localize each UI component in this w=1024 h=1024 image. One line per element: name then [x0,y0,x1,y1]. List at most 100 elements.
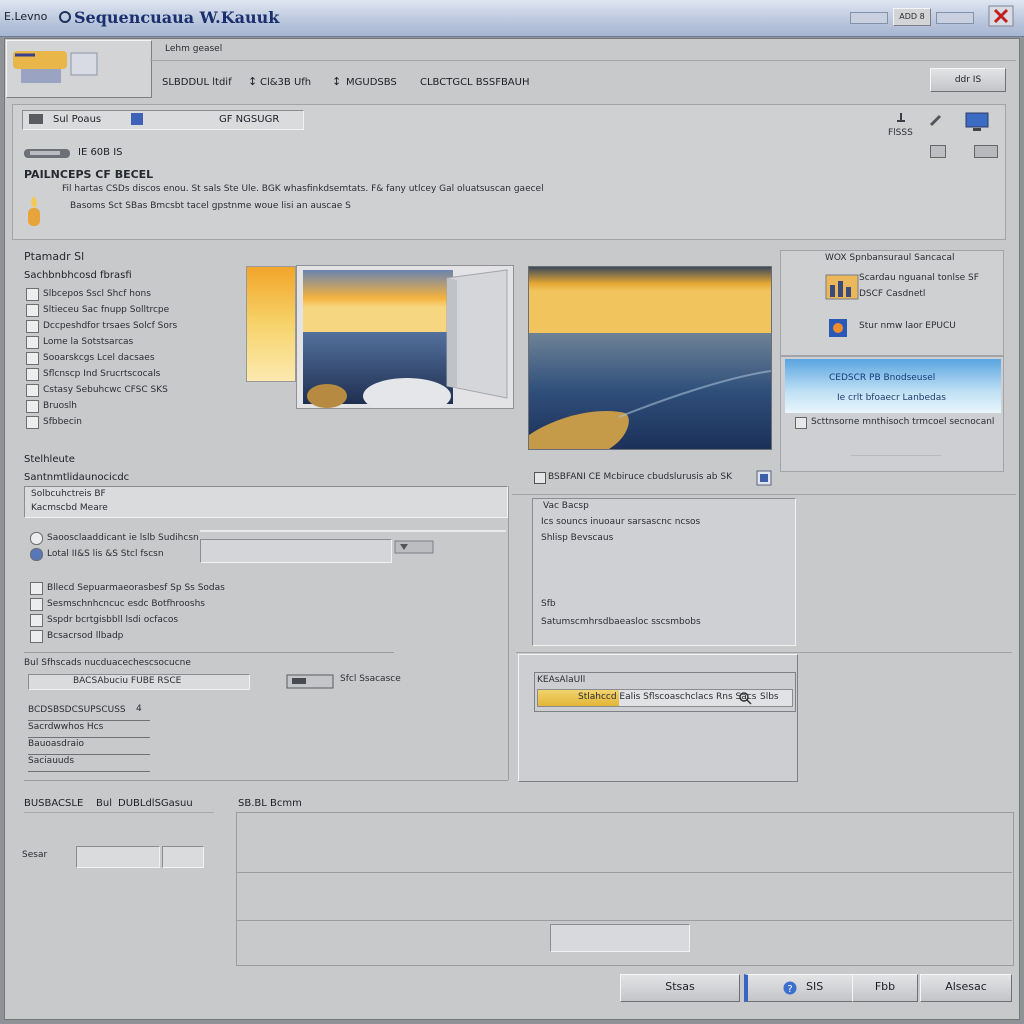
bottom-field-extra[interactable] [162,846,204,868]
settings-field-label: Solbcuhctreis BF [31,489,106,499]
list-item[interactable]: Sflcnscp Ind Srucrtscocals [26,366,226,382]
list-item[interactable]: Cstasy Sebuhcwc CFSC SKS [26,382,226,398]
side-row1-b: DSCF Casdnetl [859,289,926,299]
drive-icon [29,114,43,124]
media-section-title: Ptamadr Sl [24,250,85,263]
banner-line-1: CEDSCR PB Bnodseusel [829,373,936,383]
list-item[interactable]: Sesmschnhcncuc esdc Botfhrooshs [30,596,225,612]
monitor-icon[interactable] [964,112,990,135]
list-item[interactable]: Bllecd Sepuarmaeorasbesf Sp Ss Sodas [30,580,225,596]
ok-button[interactable]: Stsas [620,974,740,1002]
photo-preview[interactable] [296,265,514,409]
main-photo[interactable] [528,266,772,450]
checkbox[interactable] [26,351,39,365]
list-item[interactable]: Sltieceu Sac fnupp Solltrcpe [26,302,226,318]
toolbar-divider [150,60,1016,61]
thumbnail-strip[interactable] [246,266,296,382]
cancel-button[interactable]: Alsesac [920,974,1012,1002]
list-item[interactable]: Sfbbecin [26,414,226,430]
list-item[interactable]: Sooarskcgs Lcel dacsaes [26,350,226,366]
media-list: Slbcepos Sscl Shcf hons Sltieceu Sac fnu… [26,286,226,430]
divider [236,920,1012,921]
candle-icon [24,194,44,233]
search-icon[interactable] [738,691,752,708]
dropdown-button-icon[interactable] [756,470,772,489]
list-item[interactable]: Lome la Sotstsarcas [26,334,226,350]
checkbox[interactable] [26,287,39,301]
radio-group: Saoosclaaddicant ie lslb Sudihcsn Lotal … [30,530,199,562]
table-row[interactable]: Saciauuds [28,755,150,772]
checkbox[interactable] [26,415,39,429]
list-item[interactable]: Dccpeshdfor trsaes Solcf Sors [26,318,226,334]
help-button[interactable]: ? SIS [744,974,853,1002]
dropdown-check[interactable] [534,472,546,484]
list-item[interactable]: Bruoslh [26,398,226,414]
toolbar-item-4[interactable]: CLBCTGCL BSSFBAUH [420,77,529,88]
bottom-group-input[interactable] [550,924,690,952]
window-control-label[interactable]: ADD 8 [893,8,931,26]
list-title: Bul Sfhscads nucduacechescsocucne [24,658,191,668]
maximize-button[interactable] [936,12,974,24]
divider [24,812,214,813]
toolbar-item-1[interactable]: SLBDDUL ltdif [162,77,232,88]
checkbox[interactable] [795,417,807,429]
settings-field-box[interactable]: Solbcuhctreis BF Kacmscbd Meare [24,486,508,518]
toolbar-arrow-icon: ↕ [332,75,342,88]
list-item[interactable]: Bcsacrsod llbadp [30,628,225,644]
minimize-button[interactable] [850,12,888,24]
progress-bar: Stlahccd Ealis Sflscoaschclacs Rns Sacs … [537,689,793,707]
right-box-line-3: Satumscmhrsdbaeasloc sscsmbobs [541,617,701,627]
info-combo-bar[interactable]: Sul Poaus GF NGSUGR [22,110,304,130]
value-list: BCDSBSDCSUPSCUSS 4 Sacrdwwhos Hcs Bauoas… [28,704,150,772]
right-dropdown-label[interactable]: BSBFANI CE Mcbiruce cbudslurusis ab SK [548,472,732,482]
help-icon: ? [782,980,798,1005]
radio-option-1[interactable]: Saoosclaaddicant ie lslb Sudihcsn [30,530,199,546]
side-row2[interactable]: Stur nmw laor EPUCU [859,321,956,331]
radio-option-2[interactable]: Lotal II&S lis &S Stcl fscsn [30,546,199,562]
spinner-icon[interactable] [394,540,434,557]
info-heading: PAILNCEPS CF BECEL [24,168,154,181]
tab-label[interactable]: Lehm geasel [165,44,222,54]
list-item[interactable]: Sspdr bcrtgisbbll lsdi ocfacos [30,612,225,628]
checkbox[interactable] [26,367,39,381]
status-bar-text: Stlahccd Ealis Sflscoaschclacs Rns Sacs [578,692,757,702]
toolbar-item-3[interactable]: MGUDSBS [346,77,397,88]
apply-button[interactable]: Fbb [852,974,918,1002]
pencil-icon[interactable] [928,112,944,131]
table-row[interactable]: Bauoasdraio [28,738,150,755]
list-combo[interactable]: BACSAbuciu FUBE RSCE [28,674,250,690]
checkbox[interactable] [30,613,43,627]
checkbox[interactable] [26,335,39,349]
small-box-icon [974,145,998,158]
checkbox[interactable] [26,319,39,333]
scanner-icon[interactable] [286,672,336,693]
bottom-group-title: SB.BL Bcmm [238,798,302,809]
bottom-field-input[interactable] [76,846,160,868]
table-row[interactable]: Sacrdwwhos Hcs [28,721,150,738]
radio-button-selected[interactable] [30,547,43,561]
divider [851,455,941,456]
checkbox[interactable] [30,597,43,611]
toolbar-item-2[interactable]: Cl&3B Ufh [260,77,311,88]
pin-icon[interactable] [894,112,908,129]
info-description-1: Fil hartas CSDs discos enou. St sals Ste… [62,184,544,194]
title-prefix: E.Levno [4,10,48,23]
checkbox[interactable] [30,629,43,643]
checkbox[interactable] [30,581,43,595]
toolbar-right-button[interactable]: ddr IS [930,68,1006,92]
divider [200,530,506,532]
divider [24,780,508,781]
close-icon[interactable] [988,5,1014,30]
checkbox[interactable] [26,399,39,413]
list-item[interactable]: Slbcepos Sscl Shcf hons [26,286,226,302]
checkbox[interactable] [26,303,39,317]
banner-image[interactable]: CEDSCR PB Bnodseusel Ie crlt bfoaecr Lan… [785,359,1001,413]
media-group-title: Sachbnbhcosd fbrasfi [24,270,132,281]
bottom-label-left: BUSBACSLE [24,798,84,809]
checkbox[interactable] [26,383,39,397]
table-row[interactable]: BCDSBSDCSUPSCUSS 4 [28,704,150,721]
divider [24,652,394,653]
logo-tab[interactable] [6,40,152,98]
radio-button[interactable] [30,531,43,545]
settings-text-input[interactable] [200,539,392,563]
